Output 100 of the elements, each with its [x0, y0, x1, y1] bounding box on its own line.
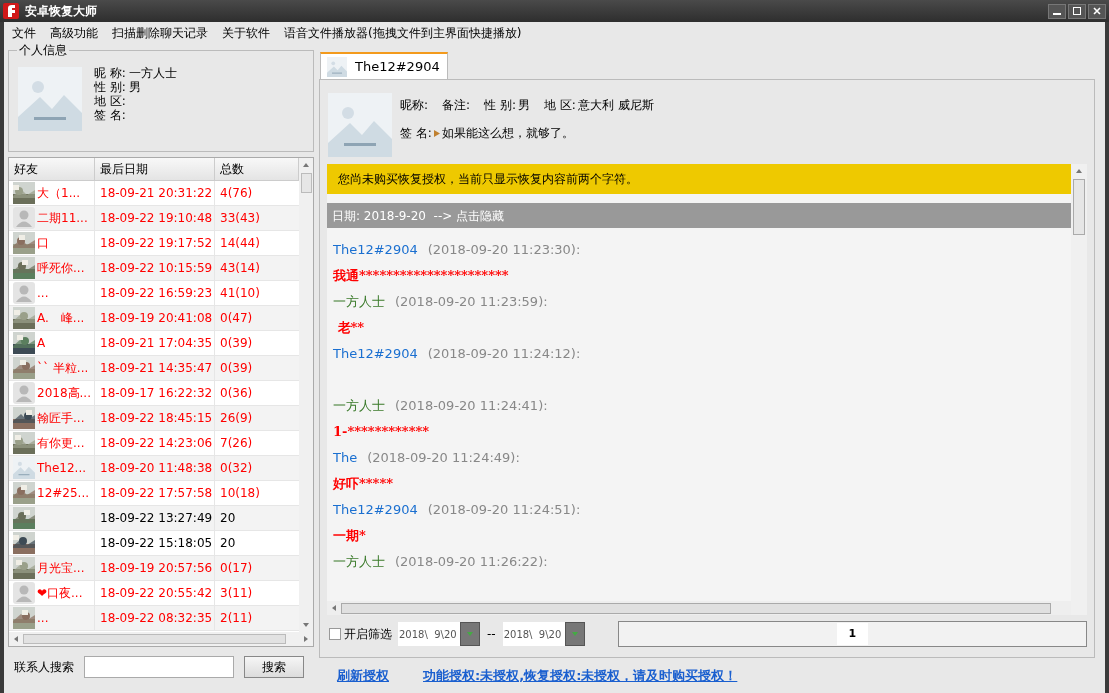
date-cell-text: 18-09-17 16:22:32 — [100, 385, 213, 402]
count-cell-text: 3(11) — [220, 585, 253, 602]
message-text: 一期* — [333, 527, 366, 546]
friend-row[interactable]: The12... 18-09-20 11:48:38 0(32) — [9, 456, 299, 481]
scroll-thumb[interactable] — [23, 634, 286, 644]
app-logo-icon — [3, 3, 19, 19]
message-time: (2018-09-20 11:24:49): — [367, 449, 520, 468]
menu-item[interactable]: 文件 — [12, 24, 36, 42]
friend-row[interactable]: `` 半粒... 18-09-21 14:35:47 0(39) — [9, 356, 299, 381]
menu-item[interactable]: 关于软件 — [222, 24, 270, 42]
date-picker[interactable]: 2018\ 9\20 — [502, 622, 585, 646]
message-text: 我通********************** — [333, 267, 509, 286]
friend-row[interactable]: 18-09-22 13:27:49 20 — [9, 506, 299, 531]
friend-row[interactable]: A. 峰... 18-09-19 20:41:08 0(47) — [9, 306, 299, 331]
friend-row[interactable]: 口 18-09-22 19:17:52 14(44) — [9, 231, 299, 256]
date-cell-text: 18-09-22 19:17:52 — [100, 235, 213, 252]
friend-row[interactable]: A 18-09-21 17:04:35 0(39) — [9, 331, 299, 356]
friend-row[interactable]: 12#25... 18-09-22 17:57:58 10(18) — [9, 481, 299, 506]
friend-row[interactable]: 大（1... 18-09-21 20:31:22 4(76) — [9, 181, 299, 206]
window-title: 安卓恢复大师 — [25, 3, 97, 20]
friend-row[interactable]: ❤口夜... 18-09-22 20:55:42 3(11) — [9, 581, 299, 606]
sender-name: 一方人士 — [333, 293, 385, 312]
horizontal-scrollbar[interactable] — [327, 601, 1071, 615]
close-icon — [1093, 7, 1101, 15]
count-cell-text: 0(39) — [220, 360, 253, 377]
link[interactable]: 刷新授权 — [337, 666, 389, 686]
friend-name: 二期11... — [37, 210, 88, 227]
friend-row[interactable]: ... 18-09-22 16:59:23 41(10) — [9, 281, 299, 306]
tab[interactable]: The12#2904 — [320, 52, 448, 79]
friend-name: ... — [37, 610, 49, 627]
vertical-scrollbar[interactable] — [299, 158, 313, 632]
field-value: 一方人士 — [128, 66, 177, 80]
date-cell-text: 18-09-22 15:18:05 — [100, 535, 213, 552]
scroll-arrow-icon[interactable] — [302, 161, 310, 169]
search-button[interactable]: 搜索 — [244, 656, 304, 678]
count-cell-text: 0(17) — [220, 560, 253, 577]
field-label: 地 区: — [94, 94, 126, 108]
search-field[interactable] — [84, 656, 234, 678]
link[interactable]: 功能授权:未授权,恢复授权:未授权，请及时购买授权！ — [423, 666, 738, 686]
date-cell-text: 18-09-22 14:23:06 — [100, 435, 213, 452]
vertical-scrollbar[interactable] — [1071, 164, 1087, 615]
friend-name: 大（1... — [37, 185, 81, 202]
date-cell-text: 18-09-22 19:10:48 — [100, 210, 213, 227]
count-cell-text: 2(11) — [220, 610, 253, 627]
count-cell-text: 7(26) — [220, 435, 253, 452]
menu-item[interactable]: 高级功能 — [50, 24, 98, 42]
scroll-thumb[interactable] — [1073, 179, 1085, 235]
friend-name: `` 半粒... — [37, 360, 89, 377]
date-picker[interactable]: 2018\ 9\20 — [398, 622, 480, 646]
minimize-button[interactable] — [1048, 3, 1066, 19]
page-number: 1 — [836, 623, 869, 645]
field-label: 签 名: — [94, 108, 126, 122]
friend-row[interactable]: 2018高... 18-09-17 16:22:32 0(36) — [9, 381, 299, 406]
friend-row[interactable]: 呼死你... 18-09-22 10:15:59 43(14) — [9, 256, 299, 281]
notice-banner: 您尚未购买恢复授权，当前只显示恢复内容前两个字符。 — [327, 164, 1071, 194]
sender-name: The12#2904 — [333, 501, 418, 520]
column-header[interactable]: 好友 — [9, 158, 95, 180]
person-avatar-icon — [13, 382, 35, 404]
scroll-thumb[interactable] — [341, 602, 1051, 614]
person-avatar-icon — [13, 582, 35, 604]
horizontal-scrollbar[interactable] — [9, 632, 313, 646]
filter-checkbox[interactable] — [329, 628, 341, 640]
close-button[interactable] — [1088, 3, 1106, 19]
menu-item[interactable]: 语音文件播放器(拖拽文件到主界面快捷播放) — [284, 24, 522, 42]
scroll-thumb[interactable] — [300, 173, 312, 193]
date-cell-text: 18-09-22 13:27:49 — [100, 510, 213, 527]
count-cell-text: 33(43) — [220, 210, 260, 227]
friend-row[interactable]: 翰匠手... 18-09-22 18:45:15 26(9) — [9, 406, 299, 431]
column-header[interactable]: 最后日期 — [95, 158, 215, 180]
filter-label: 开启筛选 — [344, 626, 392, 643]
signature-text: 如果能这么想，就够了。 — [441, 125, 574, 142]
friend-name: 2018高... — [37, 385, 91, 402]
scroll-arrow-icon[interactable] — [330, 604, 338, 612]
date-cell-text: 18-09-22 16:59:23 — [100, 285, 213, 302]
maximize-button[interactable] — [1068, 3, 1086, 19]
friend-row[interactable]: 月光宝... 18-09-19 20:57:56 0(17) — [9, 556, 299, 581]
date-cell-text: 18-09-22 10:15:59 — [100, 260, 213, 277]
friend-row[interactable]: 二期11... 18-09-22 19:10:48 33(43) — [9, 206, 299, 231]
range-separator: -- — [487, 626, 496, 643]
date-cell-text: 18-09-21 17:04:35 — [100, 335, 213, 352]
date-cell-text: 18-09-19 20:57:56 — [100, 560, 213, 577]
date-cell-text: 18-09-22 17:57:58 — [100, 485, 213, 502]
friend-row[interactable]: 有你更... 18-09-22 14:23:06 7(26) — [9, 431, 299, 456]
dropdown-icon — [571, 632, 578, 636]
count-cell-text: 26(9) — [220, 410, 253, 427]
friend-row[interactable]: ... 18-09-22 08:32:35 2(11) — [9, 606, 299, 631]
friend-name: ❤口夜... — [37, 585, 83, 602]
message-text: 1-************ — [333, 423, 430, 442]
scroll-arrow-icon[interactable] — [1075, 167, 1083, 175]
field-label: 签 名: — [400, 125, 432, 142]
sender-name: 一方人士 — [333, 397, 385, 416]
field-label: 昵 称: — [94, 66, 126, 80]
image-placeholder-icon — [18, 67, 82, 131]
scroll-arrow-icon[interactable] — [12, 635, 20, 643]
date-cell-text: 18-09-20 11:48:38 — [100, 460, 213, 477]
friend-row[interactable]: 18-09-22 15:18:05 20 — [9, 531, 299, 556]
date-bar[interactable]: 日期: 2018-9-20 --> 点击隐藏 — [327, 203, 1071, 228]
field-value: 男 — [128, 80, 141, 94]
menu-item[interactable]: 扫描删除聊天记录 — [112, 24, 208, 42]
field-value: 意大利 威尼斯 — [577, 97, 654, 114]
